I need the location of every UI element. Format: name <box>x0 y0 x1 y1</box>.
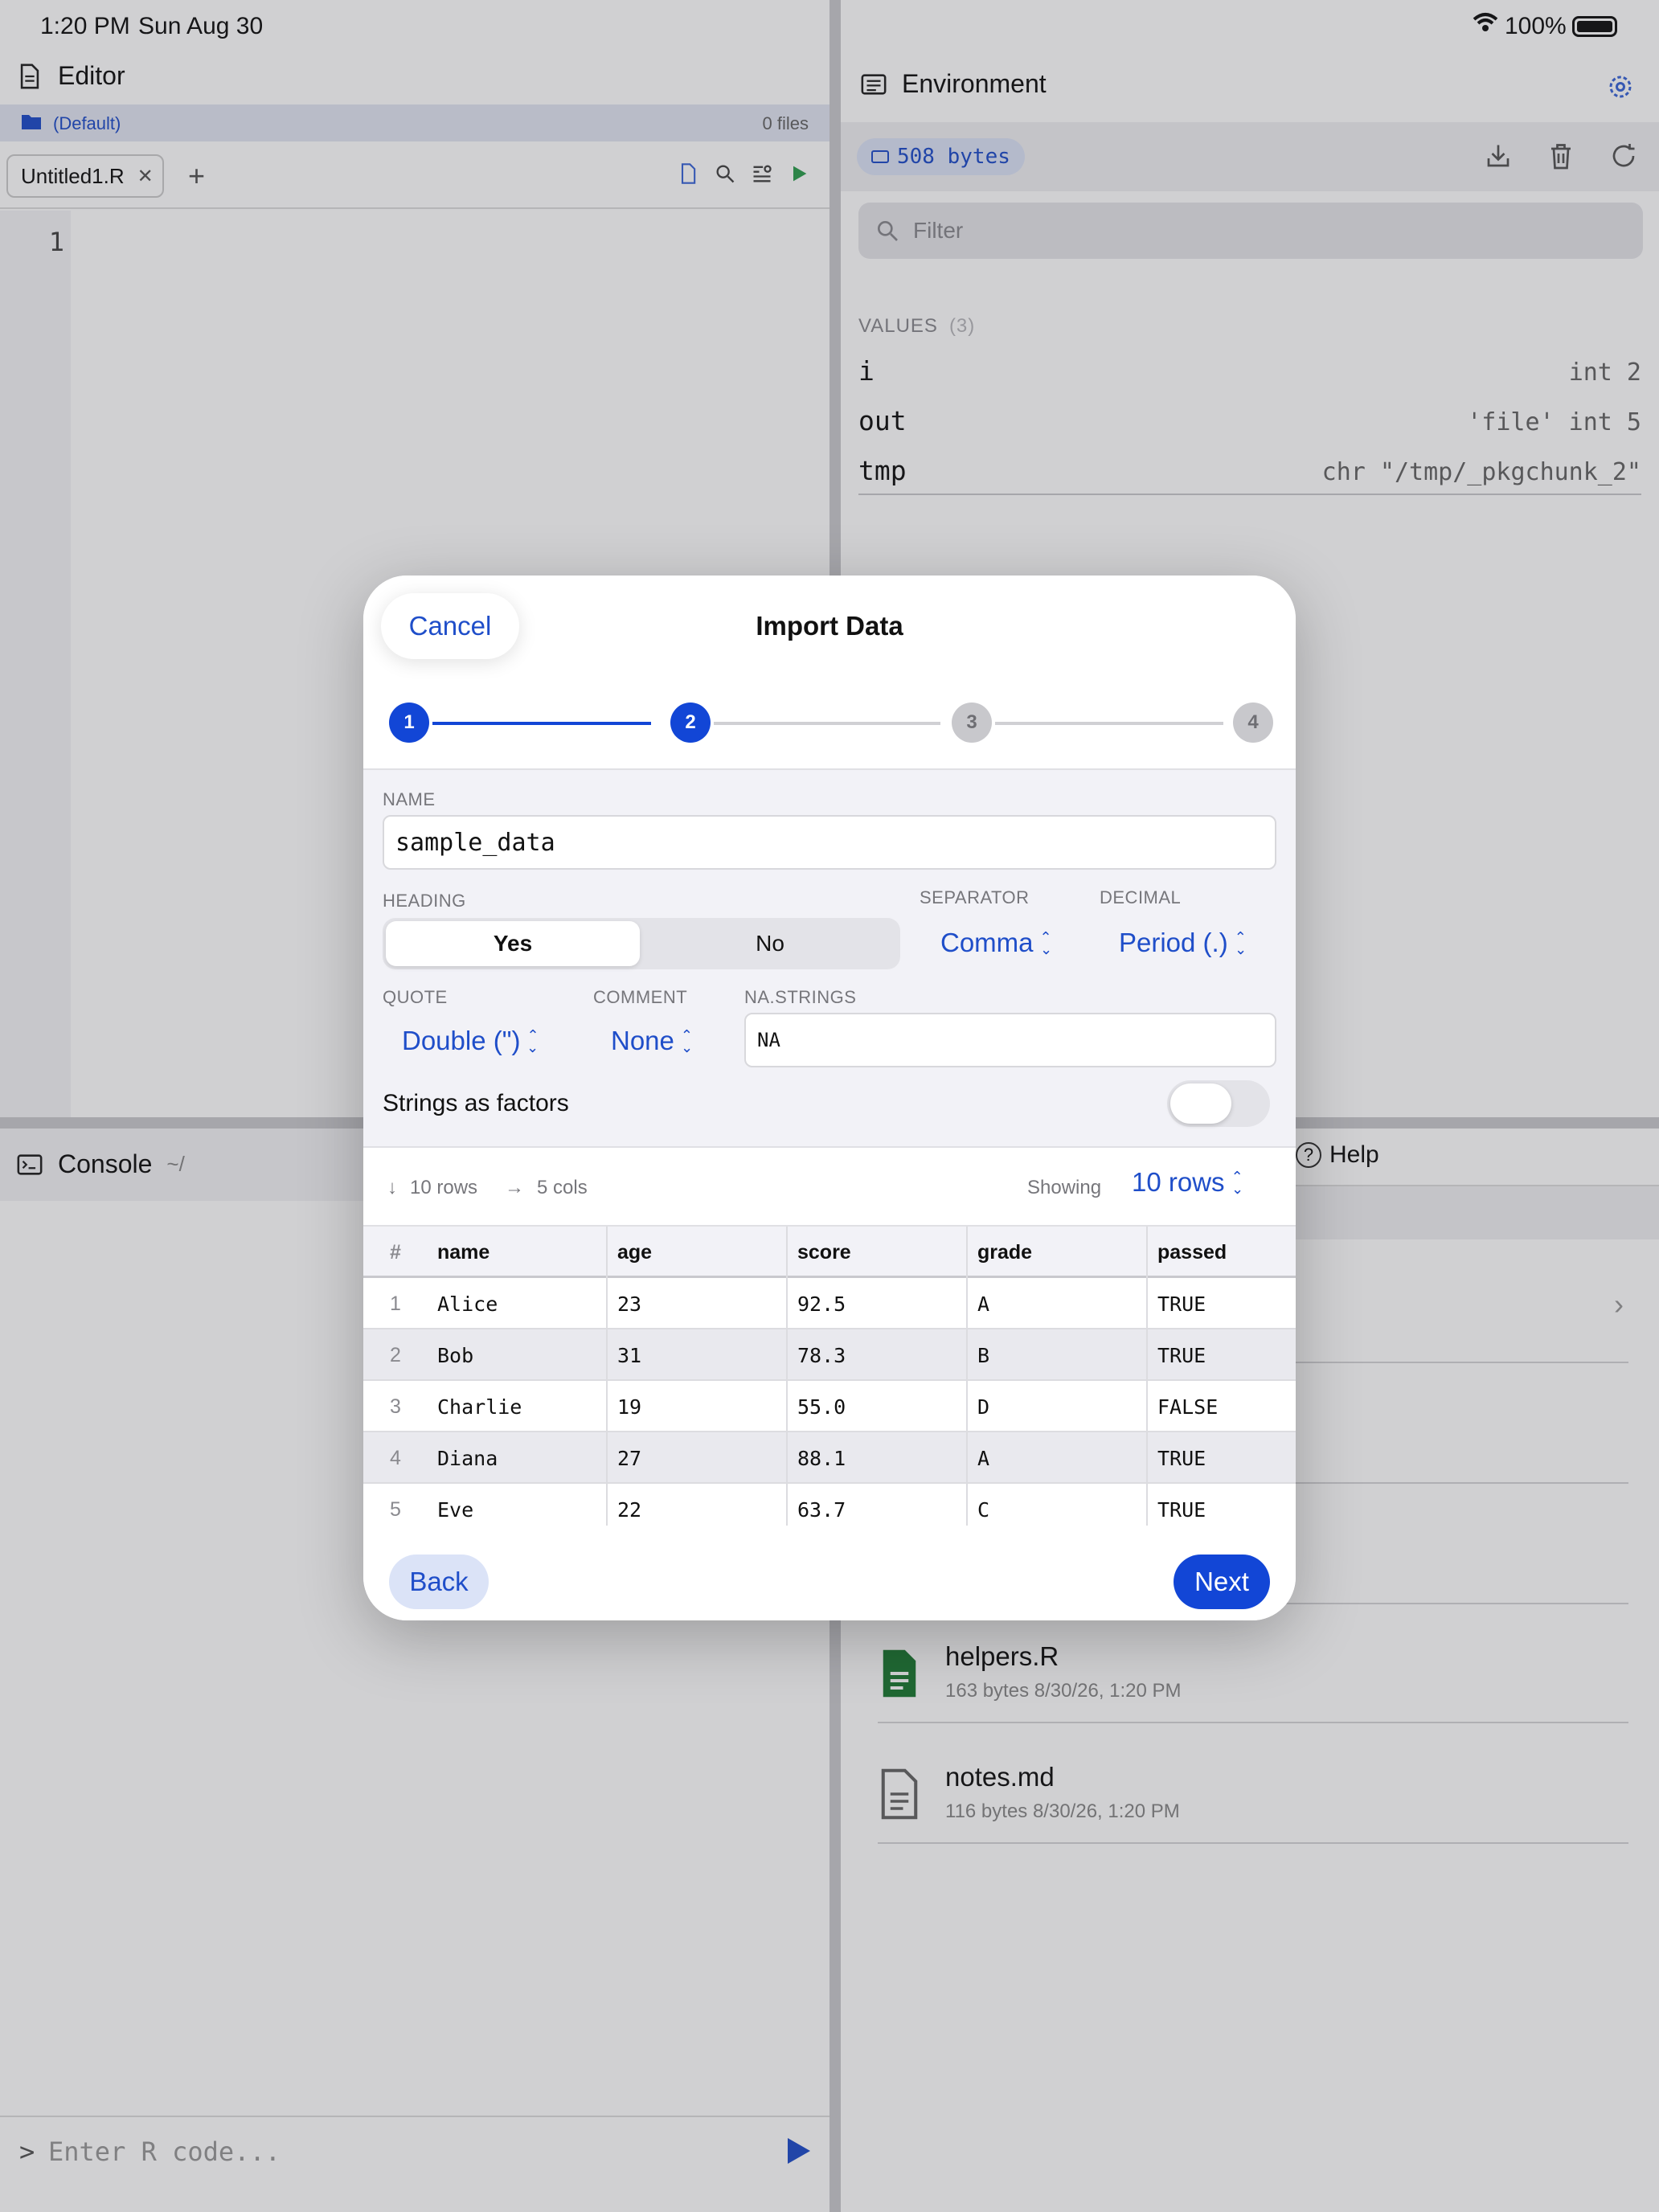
comment-picker[interactable]: None ⌃ ⌃ <box>611 1026 693 1056</box>
heading-segmented-control: Yes No <box>383 918 900 969</box>
chevron-up-down-icon: ⌃ ⌃ <box>1231 1169 1243 1196</box>
heading-yes-option[interactable]: Yes <box>386 921 640 966</box>
strings-as-factors-toggle[interactable] <box>1167 1080 1270 1127</box>
dialog-header: Cancel Import Data 1 2 3 4 <box>363 576 1296 768</box>
row-index: 4 <box>390 1446 401 1469</box>
step-3: 3 <box>952 703 992 743</box>
showing-rows-value: 10 rows <box>1132 1167 1225 1197</box>
separator-picker[interactable]: Comma ⌃ ⌃ <box>940 928 1052 958</box>
chevron-up-down-icon: ⌃ ⌃ <box>1234 929 1247 956</box>
step-connector <box>714 722 940 725</box>
dialog-title: Import Data <box>756 611 903 641</box>
rows-count: 10 rows <box>410 1177 478 1198</box>
table-cell: Charlie <box>428 1381 608 1432</box>
import-data-dialog: Cancel Import Data 1 2 3 4 NAME sample_d… <box>363 576 1296 1620</box>
strings-as-factors-label: Strings as factors <box>383 1090 569 1116</box>
table-cell: TRUE <box>1157 1292 1206 1316</box>
column-header[interactable]: age <box>608 1227 788 1278</box>
quote-picker[interactable]: Double (") ⌃ ⌃ <box>402 1026 539 1056</box>
table-cell: A <box>968 1278 1148 1329</box>
column-header[interactable]: grade <box>968 1227 1148 1278</box>
row-index: 5 <box>390 1497 401 1521</box>
quote-label: QUOTE <box>383 987 448 1007</box>
column-header[interactable]: name <box>428 1227 608 1278</box>
table-cell: 63.7 <box>788 1484 968 1526</box>
table-cell: FALSE <box>1157 1395 1219 1419</box>
step-1: 1 <box>389 703 429 743</box>
step-connector <box>995 722 1223 725</box>
table-cell: 88.1 <box>788 1432 968 1484</box>
na-strings-value: NA <box>757 1029 780 1051</box>
table-row: 5 Eve 22 63.7 C TRUE <box>363 1484 1296 1526</box>
table-cell: C <box>968 1484 1148 1526</box>
name-input[interactable]: sample_data <box>383 815 1276 870</box>
cols-info: → 5 cols <box>505 1177 588 1199</box>
table-cell: D <box>968 1381 1148 1432</box>
dialog-footer: Back Next <box>363 1526 1296 1620</box>
na-strings-label: NA.STRINGS <box>744 987 857 1007</box>
row-index: 3 <box>390 1395 401 1418</box>
comment-label: COMMENT <box>593 987 688 1007</box>
back-button[interactable]: Back <box>389 1555 489 1609</box>
column-header[interactable]: score <box>788 1227 968 1278</box>
table-cell: 31 <box>608 1329 788 1381</box>
decimal-value: Period (.) <box>1119 928 1228 957</box>
step-connector <box>432 722 651 725</box>
table-row: 1 Alice 23 92.5 A TRUE <box>363 1278 1296 1329</box>
preview-info-bar: ↓ 10 rows → 5 cols Showing 10 rows ⌃ ⌃ <box>363 1148 1296 1225</box>
table-cell: A <box>968 1432 1148 1484</box>
decimal-label: DECIMAL <box>1100 887 1182 907</box>
comment-value: None <box>611 1026 674 1055</box>
table-cell: 27 <box>608 1432 788 1484</box>
table-cell: Eve <box>428 1484 608 1526</box>
name-value: sample_data <box>395 828 555 857</box>
table-row: 4 Diana 27 88.1 A TRUE <box>363 1432 1296 1484</box>
rows-info: ↓ 10 rows <box>387 1177 477 1199</box>
quote-value: Double (") <box>402 1026 521 1055</box>
table-cell: TRUE <box>1157 1497 1206 1522</box>
table-cell: B <box>968 1329 1148 1381</box>
decimal-picker[interactable]: Period (.) ⌃ ⌃ <box>1119 928 1247 958</box>
heading-label: HEADING <box>383 891 466 911</box>
na-strings-input[interactable]: NA <box>744 1013 1276 1067</box>
table-cell: Bob <box>428 1329 608 1381</box>
table-row: 3 Charlie 19 55.0 D FALSE <box>363 1381 1296 1432</box>
separator-label: SEPARATOR <box>920 887 1030 907</box>
row-index: 2 <box>390 1343 401 1366</box>
step-4: 4 <box>1233 703 1273 743</box>
showing-rows-picker[interactable]: 10 rows ⌃ ⌃ <box>1132 1167 1243 1198</box>
table-cell: Alice <box>428 1278 608 1329</box>
table-cell: 22 <box>608 1484 788 1526</box>
table-cell: 55.0 <box>788 1381 968 1432</box>
import-options-form: NAME sample_data HEADING Yes No SEPARATO… <box>363 768 1296 1148</box>
column-header[interactable]: passed <box>1148 1227 1296 1278</box>
toggle-knob <box>1170 1083 1231 1124</box>
step-indicator: 1 2 3 4 <box>389 703 1273 744</box>
separator-value: Comma <box>940 928 1034 957</box>
table-cell: 19 <box>608 1381 788 1432</box>
heading-no-option[interactable]: No <box>643 921 897 966</box>
data-preview-table[interactable]: # name age score grade passed 1 Alice 23… <box>363 1225 1296 1526</box>
chevron-up-down-icon: ⌃ ⌃ <box>1039 929 1052 956</box>
cols-count: 5 cols <box>537 1177 588 1198</box>
arrow-down-icon: ↓ <box>387 1177 397 1198</box>
table-cell: TRUE <box>1157 1446 1206 1470</box>
table-header: # name age score grade passed <box>363 1227 1296 1278</box>
table-cell: 78.3 <box>788 1329 968 1381</box>
table-cell: 92.5 <box>788 1278 968 1329</box>
step-2: 2 <box>670 703 711 743</box>
table-cell: 23 <box>608 1278 788 1329</box>
table-row: 2 Bob 31 78.3 B TRUE <box>363 1329 1296 1381</box>
next-button[interactable]: Next <box>1174 1555 1270 1609</box>
chevron-up-down-icon: ⌃ ⌃ <box>680 1027 693 1055</box>
table-cell: TRUE <box>1157 1343 1206 1367</box>
column-header: # <box>390 1240 401 1264</box>
name-label: NAME <box>383 789 436 809</box>
chevron-up-down-icon: ⌃ ⌃ <box>526 1027 539 1055</box>
showing-label: Showing <box>1027 1177 1102 1198</box>
table-cell: Diana <box>428 1432 608 1484</box>
row-index: 1 <box>390 1292 401 1315</box>
arrow-right-icon: → <box>505 1177 524 1198</box>
